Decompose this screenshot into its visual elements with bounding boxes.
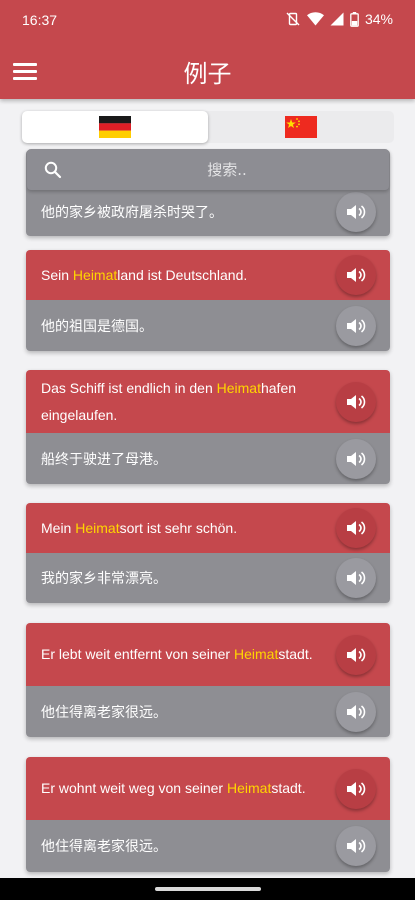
speaker-icon[interactable] <box>336 508 376 548</box>
search-bar <box>27 149 389 190</box>
german-sentence: Er wohnt weit weg von seiner Heimatstadt… <box>41 780 306 796</box>
chinese-row: 他住得离老家很远。 <box>26 686 390 737</box>
speaker-icon[interactable] <box>336 192 376 232</box>
app-bar: 16:37 34% 例子 <box>0 0 415 99</box>
chinese-row: 船终于驶进了母港。 <box>26 433 390 484</box>
speaker-icon[interactable] <box>336 381 376 422</box>
battery-percent: 34% <box>364 11 393 27</box>
chinese-row: 他住得离老家很远。 <box>26 820 390 872</box>
german-row: Mein Heimatsort ist sehr schön. <box>26 503 390 553</box>
german-sentence: Mein Heimatsort ist sehr schön. <box>41 519 238 536</box>
speaker-icon[interactable] <box>336 634 376 675</box>
german-sentence: Er lebt weit entfernt von seiner Heimats… <box>41 646 313 662</box>
speaker-icon[interactable] <box>336 691 376 732</box>
chinese-row: 他的祖国是德国。 <box>26 300 390 351</box>
example-card: Mein Heimatsort ist sehr schön. 我的家乡非常漂亮… <box>26 503 390 603</box>
status-time: 16:37 <box>22 12 58 28</box>
german-sentence: Sein Heimatland ist Deutschland. <box>41 266 248 283</box>
german-row: Sein Heimatland ist Deutschland. <box>26 250 390 300</box>
status-icons: 34% <box>285 11 393 27</box>
chinese-row: 我的家乡非常漂亮。 <box>26 553 390 603</box>
chinese-sentence: 我的家乡非常漂亮。 <box>41 571 167 587</box>
language-toggle <box>22 111 394 143</box>
tab-chinese[interactable] <box>208 111 394 143</box>
page-title: 例子 <box>183 60 232 88</box>
status-bar: 16:37 34% <box>0 0 415 40</box>
german-row: Das Schiff ist endlich in den Heimathafe… <box>26 370 390 433</box>
example-card: Er lebt weit entfernt von seiner Heimats… <box>26 623 390 737</box>
system-nav-bar <box>0 878 415 900</box>
search-input[interactable] <box>77 149 377 190</box>
chinese-sentence: 船终于驶进了母港。 <box>41 451 167 468</box>
vibrate-off-icon <box>286 12 300 26</box>
chinese-sentence: 他的祖国是德国。 <box>41 318 153 335</box>
speaker-icon[interactable] <box>336 438 376 479</box>
example-card: Er wohnt weit weg von seiner Heimatstadt… <box>26 757 390 872</box>
tab-german[interactable] <box>22 111 208 143</box>
german-row: Er lebt weit entfernt von seiner Heimats… <box>26 623 390 686</box>
speaker-icon[interactable] <box>336 826 376 866</box>
speaker-icon[interactable] <box>336 305 376 346</box>
chinese-flag-icon <box>285 116 317 138</box>
battery-icon <box>350 11 359 27</box>
search-icon <box>44 161 62 179</box>
speaker-icon[interactable] <box>336 768 376 809</box>
wifi-icon <box>306 12 324 26</box>
chinese-sentence: 他住得离老家很远。 <box>41 839 167 855</box>
speaker-icon[interactable] <box>336 558 376 598</box>
example-card: Das Schiff ist endlich in den Heimathafe… <box>26 370 390 484</box>
home-handle[interactable] <box>155 887 261 891</box>
german-sentence: Das Schiff ist endlich in den Heimathafe… <box>41 379 297 423</box>
german-row: Er wohnt weit weg von seiner Heimatstadt… <box>26 757 390 820</box>
signal-icon <box>330 12 344 26</box>
example-card: Sein Heimatland ist Deutschland. 他的祖国是德国… <box>26 250 390 351</box>
chinese-sentence: 他的家乡被政府屠杀时哭了。 <box>41 205 223 221</box>
chinese-sentence: 他住得离老家很远。 <box>41 704 167 721</box>
german-flag-icon <box>99 116 131 138</box>
speaker-icon[interactable] <box>336 255 376 295</box>
